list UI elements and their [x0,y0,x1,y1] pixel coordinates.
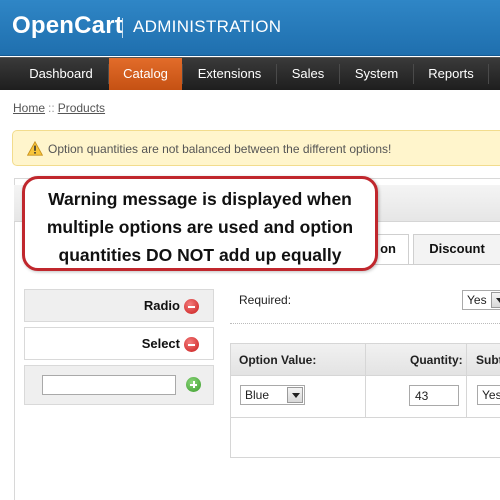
add-option-row [24,365,214,405]
subtract-select-value: Yes [482,388,500,402]
warning-alert: Option quantities are not balanced betwe… [12,130,500,166]
callout-line: multiple options are used and option [46,217,354,237]
option-item-select[interactable]: Select [24,327,214,360]
menu-item-sales[interactable]: Sales [277,58,339,90]
warning-triangle-icon [27,141,43,156]
chevron-down-icon [491,292,500,308]
option-value-select-value: Blue [245,388,270,402]
header-subtract: Subt [476,353,500,367]
menu-item-reports[interactable]: Reports [414,58,488,90]
menu-item-extensions[interactable]: Extensions [183,58,276,90]
breadcrumb: Home:: Products [13,101,105,115]
annotation-callout: Warning message is displayed when multip… [22,176,378,271]
menu-divider [488,64,489,84]
callout-line: Warning message is displayed when [48,189,352,209]
option-item-radio[interactable]: Radio [24,289,214,322]
admin-header: OpenCart ADMINISTRATION [0,0,500,56]
quantity-input[interactable]: 43 [409,385,459,406]
dotted-divider [230,323,500,324]
required-label: Required: [239,293,292,307]
required-select[interactable]: Yes [462,290,500,310]
row-divider [231,417,500,418]
option-label: Select [141,336,180,351]
column-divider [466,344,467,417]
menu-item-dashboard[interactable]: Dashboard [14,58,108,90]
remove-icon[interactable] [184,299,199,314]
menu-item-system[interactable]: System [340,58,413,90]
option-value-select[interactable]: Blue [240,385,305,405]
subtract-select[interactable]: Yes [477,385,500,405]
tab-discount[interactable]: Discount [413,234,500,264]
option-label: Radio [143,298,180,313]
main-menu: Dashboard Catalog Extensions Sales Syste… [0,57,500,90]
warning-message: Option quantities are not balanced betwe… [48,142,392,156]
option-autocomplete-input[interactable] [42,375,176,395]
header-quantity: Quantity: [410,353,463,367]
brand-divider [122,18,123,38]
option-values-table: Option Value: Quantity: Subt Blue 43 Yes [230,343,500,458]
breadcrumb-home-link[interactable]: Home [13,101,45,115]
callout-line: quantities DO NOT add up equally [58,245,342,265]
brand-logo[interactable]: OpenCart [12,12,123,40]
breadcrumb-products-link[interactable]: Products [58,101,105,115]
header-option-value: Option Value: [239,353,317,367]
menu-item-catalog[interactable]: Catalog [109,58,182,90]
column-divider [365,344,366,417]
breadcrumb-separator: :: [48,101,55,115]
remove-icon[interactable] [184,337,199,352]
required-select-value: Yes [467,293,487,307]
add-icon[interactable] [186,377,201,392]
chevron-down-icon [287,387,303,403]
brand-subtitle: ADMINISTRATION [133,17,282,36]
